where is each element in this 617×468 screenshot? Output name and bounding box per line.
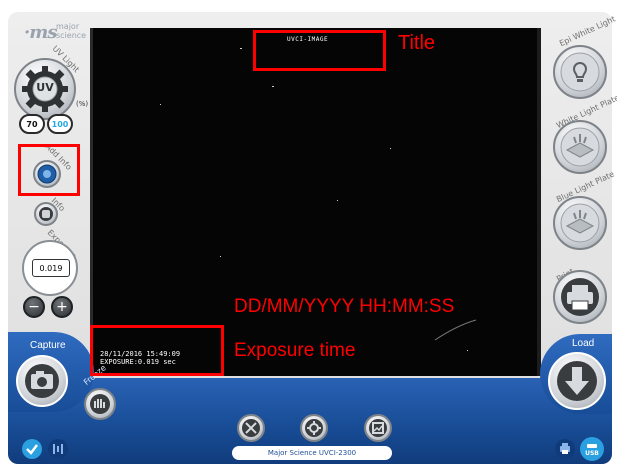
logo-mark: ·ms <box>24 22 57 43</box>
info-square-icon <box>39 207 53 221</box>
exposure-decrease-button[interactable]: − <box>23 296 45 318</box>
info-button[interactable] <box>34 202 58 226</box>
capture-button[interactable] <box>16 355 68 407</box>
small-printer-icon <box>560 443 570 454</box>
camera-icon <box>25 364 59 398</box>
epi-white-light-button[interactable] <box>553 45 607 99</box>
checkmark-icon <box>26 444 38 455</box>
logo-word-major: major <box>56 22 80 31</box>
title-highlight-box <box>253 30 386 71</box>
usb-button[interactable]: USB <box>580 437 604 461</box>
exposure-time-annotation: Exposure time <box>234 340 356 361</box>
add-info-highlight-box <box>18 144 80 196</box>
network-button[interactable] <box>48 439 68 459</box>
blue-plate-icon <box>560 203 600 243</box>
gear-icon <box>305 419 323 437</box>
intensity-option-100[interactable]: 100 <box>47 114 73 134</box>
usb-icon <box>587 443 597 448</box>
load-button[interactable] <box>548 352 606 410</box>
exposure-value-field[interactable]: 0.019 <box>32 259 70 277</box>
stamp-highlight-box <box>90 325 224 376</box>
title-annotation: Title <box>398 32 436 54</box>
blue-light-plate-button[interactable] <box>553 196 607 250</box>
settings-button[interactable] <box>300 414 328 442</box>
freeze-button[interactable] <box>84 388 116 420</box>
printer-status-button[interactable] <box>555 439 575 459</box>
major-science-logo: ·ms major science <box>24 22 92 44</box>
load-label: Load <box>572 338 595 349</box>
uvci-app-window: ·ms major science UV Light UV (%) 70 100… <box>0 0 617 468</box>
logo-word-science: science <box>56 31 87 40</box>
datetime-format-annotation: DD/MM/YYYY HH:MM:SS <box>234 296 455 317</box>
device-status-label: Major Science UVCI-2300 <box>232 446 392 460</box>
uv-light-button[interactable]: UV <box>14 58 76 120</box>
gel-image-noise <box>90 28 541 376</box>
download-arrow-icon <box>557 361 597 401</box>
image-viewer: UVCI-IMAGE 28/11/2016 15:49:09 EXPOSURE:… <box>90 28 541 376</box>
network-arrows-icon <box>53 444 63 454</box>
freeze-hand-icon <box>90 394 110 414</box>
printer-icon <box>561 278 599 316</box>
white-light-plate-button[interactable] <box>553 120 607 174</box>
uv-button-label: UV <box>36 81 54 94</box>
capture-label: Capture <box>30 340 66 351</box>
exposure-increase-button[interactable]: + <box>51 296 73 318</box>
image-gallery-icon <box>369 419 387 437</box>
intensity-option-70[interactable]: 70 <box>19 114 45 134</box>
gallery-button[interactable] <box>364 414 392 442</box>
usb-label: USB <box>585 449 599 457</box>
tools-icon <box>242 419 260 437</box>
percent-unit-label: (%) <box>76 100 89 108</box>
light-bulb-icon <box>560 52 600 92</box>
exposure-dial: 0.019 <box>22 240 78 296</box>
white-plate-icon <box>560 127 600 167</box>
print-button[interactable] <box>553 270 607 324</box>
connected-check-icon <box>22 439 42 459</box>
tools-button[interactable] <box>237 414 265 442</box>
